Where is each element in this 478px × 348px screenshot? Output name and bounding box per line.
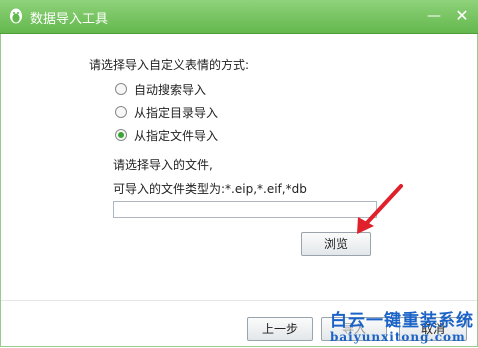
radio-button[interactable] xyxy=(115,106,127,118)
minimize-icon[interactable]: — xyxy=(424,6,444,26)
option-label: 从指定目录导入 xyxy=(134,105,219,120)
browse-button[interactable]: 浏览 xyxy=(301,232,371,256)
radio-button[interactable] xyxy=(115,83,127,95)
import-button[interactable]: 导入 xyxy=(321,317,387,341)
option-auto-search[interactable]: 自动搜索导入 xyxy=(115,80,206,98)
file-hint: 请选择导入的文件, xyxy=(113,158,213,172)
option-label: 从指定文件导入 xyxy=(134,128,219,143)
previous-button[interactable]: 上一步 xyxy=(247,317,313,341)
dialog-content: 请选择导入自定义表情的方式: 自动搜索导入 从指定目录导入 从指定文件导入 请选… xyxy=(0,34,478,347)
title-bar: 数据导入工具 — ✕ xyxy=(0,0,478,34)
file-path-input[interactable] xyxy=(113,201,377,218)
radio-button-selected[interactable] xyxy=(115,129,127,141)
penguin-icon xyxy=(10,8,22,24)
option-from-directory[interactable]: 从指定目录导入 xyxy=(115,103,218,121)
close-icon[interactable]: ✕ xyxy=(452,6,472,26)
question-label: 请选择导入自定义表情的方式: xyxy=(89,58,250,72)
option-label: 自动搜索导入 xyxy=(134,82,207,97)
option-from-file[interactable]: 从指定文件导入 xyxy=(115,126,218,144)
file-types-hint: 可导入的文件类型为:*.eip,*.eif,*db xyxy=(113,182,307,196)
cancel-button[interactable]: 取消 xyxy=(399,317,467,341)
footer-divider xyxy=(1,300,477,301)
window-title: 数据导入工具 xyxy=(30,12,109,27)
